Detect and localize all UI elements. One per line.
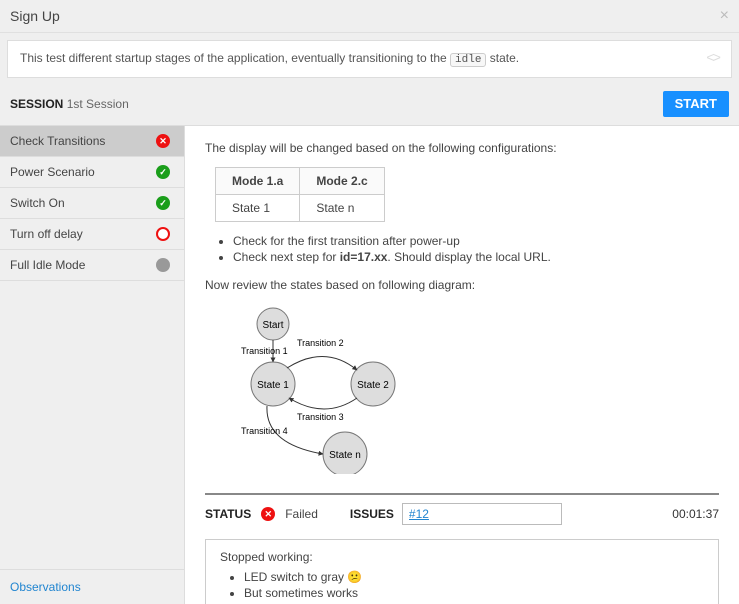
desc-prefix: This test different startup stages of th… <box>20 51 450 65</box>
session-label-group: SESSION 1st Session <box>10 97 129 111</box>
close-icon[interactable]: × <box>720 7 729 25</box>
list-item: But sometimes works <box>244 586 704 600</box>
edge-t1: Transition 1 <box>241 346 288 356</box>
edge-t2: Transition 2 <box>297 338 344 348</box>
edge-t3: Transition 3 <box>297 412 344 422</box>
text-span: Check next step for <box>233 250 340 264</box>
state-diagram: Start State 1 State 2 State n Transition… <box>205 304 719 477</box>
table-header: Mode 2.c <box>300 168 384 195</box>
issues-label: ISSUES <box>350 507 394 521</box>
sidebar-item-label: Turn off delay <box>10 227 83 241</box>
notes-box: Stopped working: LED switch to gray 😕 Bu… <box>205 539 719 604</box>
session-row: SESSION 1st Session START <box>0 85 739 125</box>
table-cell: State n <box>300 195 384 222</box>
sidebar-item-turn-off-delay[interactable]: Turn off delay <box>0 219 184 250</box>
issues-input[interactable] <box>402 503 562 525</box>
status-label: STATUS <box>205 507 251 521</box>
description-text: This test different startup stages of th… <box>20 51 519 67</box>
status-fail-icon: ✕ <box>156 134 170 148</box>
status-pending-icon <box>156 227 170 241</box>
body: Check Transitions ✕ Power Scenario ✓ Swi… <box>0 125 739 604</box>
node-start: Start <box>262 320 283 331</box>
status-none-icon <box>156 258 170 272</box>
table-header: Mode 1.a <box>216 168 300 195</box>
page-title: Sign Up <box>10 8 60 24</box>
text-bold: id=17.xx <box>340 250 388 264</box>
sidebar-item-power-scenario[interactable]: Power Scenario ✓ <box>0 157 184 188</box>
idle-tag: idle <box>450 53 486 67</box>
node-state2: State 2 <box>357 380 389 391</box>
status-fail-icon: ✕ <box>261 507 275 521</box>
status-pass-icon: ✓ <box>156 196 170 210</box>
sidebar-item-label: Full Idle Mode <box>10 258 85 272</box>
status-row: STATUS ✕ Failed ISSUES 00:01:37 <box>205 503 719 525</box>
timer: 00:01:37 <box>672 507 719 521</box>
sidebar-item-label: Check Transitions <box>10 134 105 148</box>
node-staten: State n <box>329 450 361 461</box>
window-header: Sign Up × <box>0 0 739 33</box>
observations-tab[interactable]: Observations <box>0 569 184 604</box>
sidebar-item-label: Switch On <box>10 196 65 210</box>
text-span: LED switch to gray 😕 <box>244 570 362 584</box>
edge-t4: Transition 4 <box>241 426 288 436</box>
text-span: . Should display the local URL. <box>387 250 550 264</box>
table-cell: State 1 <box>216 195 300 222</box>
session-name: 1st Session <box>67 97 129 111</box>
sidebar: Check Transitions ✕ Power Scenario ✓ Swi… <box>0 126 185 604</box>
separator <box>205 493 719 495</box>
list-item: Check for the first transition after pow… <box>233 234 719 248</box>
desc-suffix: state. <box>490 51 519 65</box>
content-pane: The display will be changed based on the… <box>185 126 739 604</box>
status-pass-icon: ✓ <box>156 165 170 179</box>
review-text: Now review the states based on following… <box>205 278 719 292</box>
description-box: This test different startup stages of th… <box>7 40 732 78</box>
intro-text: The display will be changed based on the… <box>205 141 719 155</box>
node-state1: State 1 <box>257 380 289 391</box>
sidebar-item-switch-on[interactable]: Switch On ✓ <box>0 188 184 219</box>
check-list: Check for the first transition after pow… <box>233 234 719 264</box>
sidebar-item-label: Power Scenario <box>10 165 95 179</box>
list-item: LED switch to gray 😕 <box>244 570 704 584</box>
sidebar-item-check-transitions[interactable]: Check Transitions ✕ <box>0 126 184 157</box>
code-toggle-icon[interactable]: <> <box>706 51 719 67</box>
start-button[interactable]: START <box>663 91 729 117</box>
session-label: SESSION <box>10 97 63 111</box>
modes-table: Mode 1.a Mode 2.c State 1 State n <box>215 167 385 222</box>
status-value: Failed <box>285 507 318 521</box>
sidebar-list: Check Transitions ✕ Power Scenario ✓ Swi… <box>0 126 184 569</box>
notes-heading: Stopped working: <box>220 550 704 564</box>
sidebar-item-full-idle-mode[interactable]: Full Idle Mode <box>0 250 184 281</box>
list-item: Check next step for id=17.xx. Should dis… <box>233 250 719 264</box>
